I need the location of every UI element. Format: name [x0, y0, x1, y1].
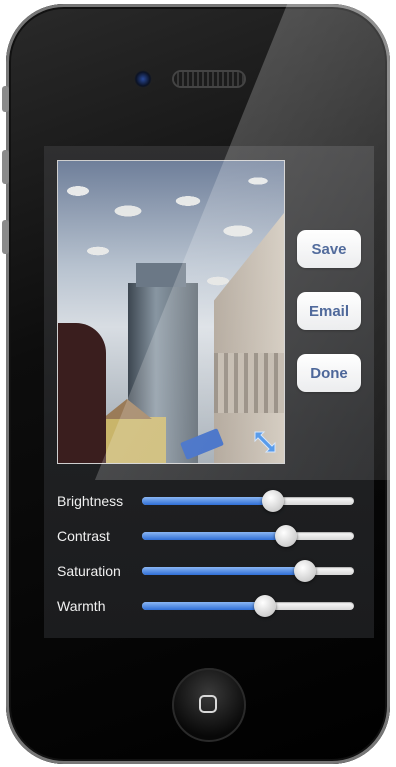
- contrast-slider[interactable]: [142, 525, 354, 547]
- contrast-slider-fill: [142, 532, 287, 540]
- warmth-label: Warmth: [57, 598, 106, 614]
- warmth-slider-thumb[interactable]: [253, 595, 276, 617]
- editor-screen: Save Email Done Brightness Contrast Satu…: [44, 146, 374, 638]
- photo-hand: [58, 323, 106, 463]
- email-button[interactable]: Email: [297, 292, 361, 330]
- mute-switch[interactable]: [2, 86, 9, 112]
- phone-frame: Save Email Done Brightness Contrast Satu…: [6, 4, 390, 764]
- warmth-row: Warmth: [57, 595, 367, 617]
- save-button[interactable]: Save: [297, 230, 361, 268]
- warmth-slider-fill: [142, 602, 265, 610]
- home-button-icon[interactable]: [172, 668, 246, 742]
- done-button[interactable]: Done: [297, 354, 361, 392]
- contrast-row: Contrast: [57, 525, 367, 547]
- volume-up-button[interactable]: [2, 150, 9, 184]
- photo-preview[interactable]: [57, 160, 285, 464]
- action-buttons: Save Email Done: [297, 230, 361, 416]
- saturation-slider-thumb[interactable]: [294, 560, 317, 582]
- brightness-slider[interactable]: [142, 490, 354, 512]
- contrast-slider-thumb[interactable]: [275, 525, 298, 547]
- saturation-row: Saturation: [57, 560, 367, 582]
- saturation-slider-fill: [142, 567, 306, 575]
- contrast-label: Contrast: [57, 528, 110, 544]
- brightness-label: Brightness: [57, 493, 124, 509]
- brightness-slider-thumb[interactable]: [262, 490, 285, 512]
- brightness-slider-fill: [142, 497, 274, 505]
- saturation-label: Saturation: [57, 563, 121, 579]
- camera-icon: [134, 70, 152, 88]
- resize-arrows-icon[interactable]: [252, 429, 278, 455]
- volume-down-button[interactable]: [2, 220, 9, 254]
- saturation-slider[interactable]: [142, 560, 354, 582]
- home-square-icon: [199, 695, 217, 713]
- brightness-row: Brightness: [57, 490, 367, 512]
- speaker-icon: [174, 72, 244, 86]
- warmth-slider[interactable]: [142, 595, 354, 617]
